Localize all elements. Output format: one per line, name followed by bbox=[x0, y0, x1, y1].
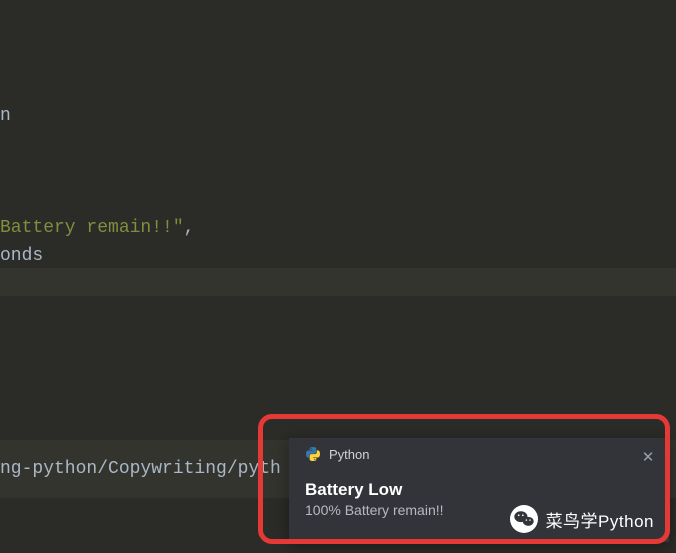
code-text: , bbox=[184, 218, 195, 238]
toast-close-button[interactable]: ✕ bbox=[637, 446, 659, 468]
code-text: onds bbox=[0, 246, 43, 266]
code-fragment: n bbox=[0, 102, 11, 130]
watermark-text: 菜鸟学Python bbox=[546, 507, 654, 532]
python-icon bbox=[305, 446, 321, 462]
toast-body: Battery Low 100% Battery remain!! bbox=[305, 480, 444, 518]
code-fragment: Battery remain!!", bbox=[0, 214, 194, 242]
wechat-icon bbox=[510, 505, 538, 533]
console-path-text: ng-python/Copywriting/pyth bbox=[0, 459, 281, 479]
toast-title: Battery Low bbox=[305, 480, 444, 500]
toast-header: Python bbox=[305, 446, 369, 462]
image-watermark: 菜鸟学Python bbox=[510, 505, 654, 533]
editor-current-line-highlight bbox=[0, 268, 676, 296]
toast-message: 100% Battery remain!! bbox=[305, 502, 444, 518]
toast-app-name: Python bbox=[329, 447, 369, 462]
code-string-text: Battery remain!!" bbox=[0, 218, 184, 238]
close-icon: ✕ bbox=[642, 448, 655, 466]
code-text: n bbox=[0, 106, 11, 126]
code-fragment: onds bbox=[0, 242, 43, 270]
